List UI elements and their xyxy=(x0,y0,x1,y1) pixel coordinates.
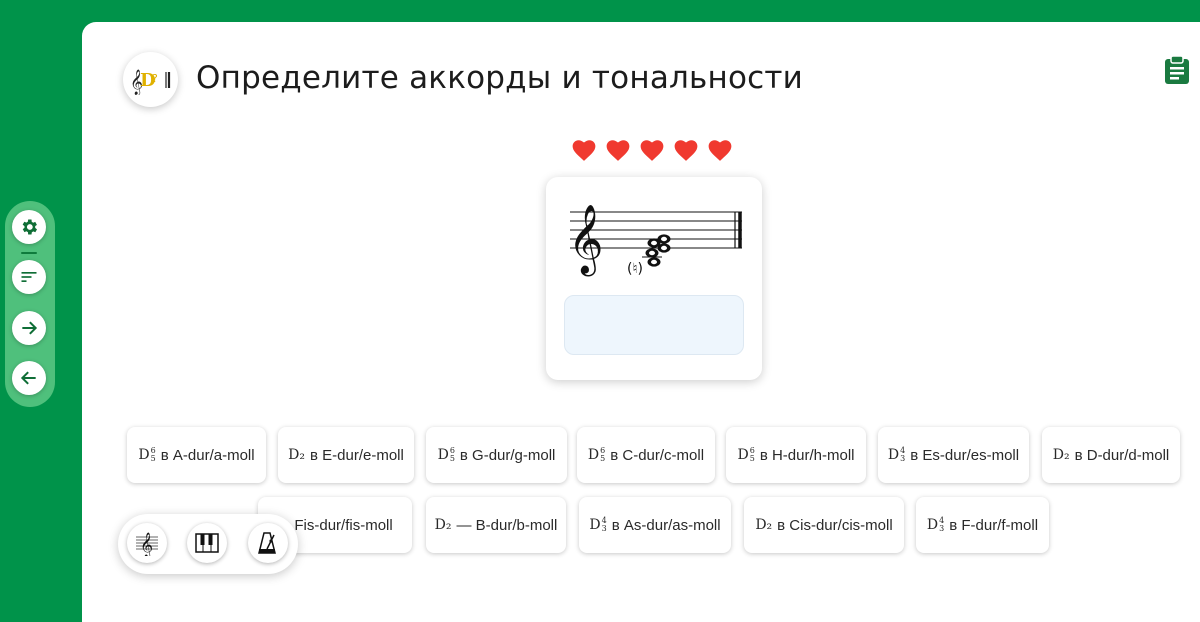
metronome-tool-button[interactable] xyxy=(248,523,288,563)
chord-option-label: в A-dur/a-moll xyxy=(160,446,255,464)
chord-option-button[interactable]: D65в H-dur/h-moll xyxy=(726,427,866,483)
sort-icon xyxy=(21,272,37,282)
chord-option-label: в Cis-dur/cis-moll xyxy=(777,516,893,534)
chord-option-label: в G-dur/g-moll xyxy=(459,446,556,464)
back-button[interactable] xyxy=(12,361,46,395)
chord-symbol: D₂ xyxy=(434,517,452,533)
music-staff: 𝄞 (♮) xyxy=(568,204,742,277)
gear-icon xyxy=(22,219,37,235)
treble-clef-icon: 𝄞 xyxy=(568,204,603,276)
heart-icon xyxy=(606,140,630,161)
chord-inversion: 65 xyxy=(600,446,606,463)
chord-inversion: 65 xyxy=(749,446,755,463)
clipboard-icon[interactable] xyxy=(1163,55,1191,85)
chord-symbol: D xyxy=(589,517,601,533)
question-card: 𝄞 (♮) xyxy=(546,177,762,380)
clef-tool-button[interactable]: 𝄞 xyxy=(127,523,167,563)
chord-option-button[interactable]: D43в F-dur/f-moll xyxy=(916,497,1049,553)
chord-inversion: 43 xyxy=(900,446,906,463)
chord-option-button[interactable]: D₂ в D-dur/d-moll xyxy=(1042,427,1180,483)
chord-option-label: в D-dur/d-moll xyxy=(1074,446,1170,464)
rail-divider xyxy=(21,252,37,254)
chord-symbol: D xyxy=(138,447,150,463)
chord-symbol: D xyxy=(437,447,449,463)
chord-option-label: в C-dur/c-moll xyxy=(610,446,705,464)
chord-option-button[interactable]: D65в G-dur/g-moll xyxy=(426,427,567,483)
chord-option-button[interactable]: D₂ в Cis-dur/cis-moll xyxy=(744,497,904,553)
sort-button[interactable] xyxy=(12,260,46,294)
chord-inversion: 43 xyxy=(939,516,945,533)
chord-option-button[interactable]: D43в As-dur/as-moll xyxy=(579,497,731,553)
chord-symbol: D₂ xyxy=(755,517,773,533)
chord-option-label: в E-dur/e-moll xyxy=(310,446,404,464)
chord-option-label: в Fis-dur/fis-moll xyxy=(282,516,393,534)
settings-button[interactable] xyxy=(12,210,46,244)
app-logo: 𝄞 D ? xyxy=(123,52,178,107)
chord-symbol: D₂ xyxy=(288,447,305,463)
heart-icon xyxy=(674,140,698,161)
svg-text:𝄞: 𝄞 xyxy=(140,532,153,556)
chord-symbol: D xyxy=(737,447,749,463)
chord-option-label: в Es-dur/es-moll xyxy=(910,446,1020,464)
svg-text:(♮): (♮) xyxy=(627,261,643,277)
chord-option-label: в F-dur/f-moll xyxy=(949,516,1039,534)
chord-option-button[interactable]: D65в C-dur/c-moll xyxy=(577,427,715,483)
chord-symbol: D xyxy=(587,447,600,463)
treble-clef-icon: 𝄞 xyxy=(136,532,158,556)
chord-option-button[interactable]: D43в Es-dur/es-moll xyxy=(878,427,1029,483)
metronome-icon xyxy=(258,532,276,554)
chord-option-label: в H-dur/h-moll xyxy=(759,446,855,464)
chord-inversion: 65 xyxy=(150,446,156,463)
chord-symbol: D xyxy=(887,447,900,463)
lives xyxy=(571,138,733,162)
chord-option-label: в As-dur/as-moll xyxy=(611,516,721,534)
chord-option-button[interactable]: D65в A-dur/a-moll xyxy=(127,427,266,483)
arrow-right-icon xyxy=(22,321,38,335)
chord-option-label: — B-dur/b-moll xyxy=(456,516,558,534)
piano-icon xyxy=(195,533,219,553)
chord-inversion: 43 xyxy=(601,516,607,533)
heart-icon xyxy=(572,140,596,161)
answer-input[interactable] xyxy=(564,295,744,355)
page-title: Определите аккорды и тональности xyxy=(196,60,803,96)
chord-symbol: D xyxy=(926,517,939,533)
arrow-left-icon xyxy=(20,371,36,385)
chord-option-button[interactable]: D₂ — B-dur/b-moll xyxy=(426,497,566,553)
chord-inversion: 65 xyxy=(449,446,455,463)
chord-option-button[interactable]: D₂ в E-dur/e-moll xyxy=(278,427,414,483)
tool-dock: 𝄞 xyxy=(118,514,298,574)
heart-icon xyxy=(708,140,732,161)
next-button[interactable] xyxy=(12,311,46,345)
svg-text:?: ? xyxy=(152,72,158,85)
chord-symbol: D₂ xyxy=(1052,447,1070,463)
piano-tool-button[interactable] xyxy=(187,523,227,563)
heart-icon xyxy=(640,140,664,161)
